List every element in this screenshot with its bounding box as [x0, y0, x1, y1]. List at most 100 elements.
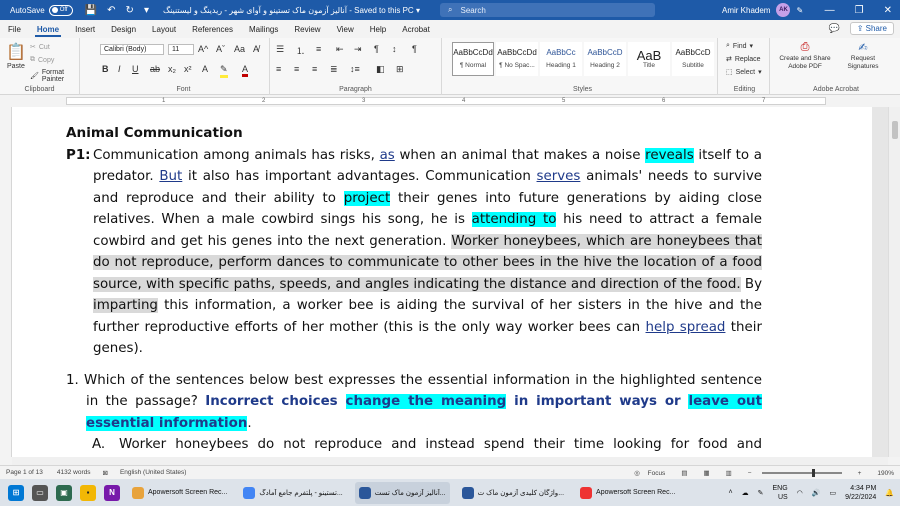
- style-heading-2[interactable]: AaBbCcD Heading 2: [584, 42, 626, 76]
- shrink-font-icon[interactable]: Aˇ: [216, 44, 225, 54]
- battery-icon[interactable]: ▭: [830, 489, 837, 497]
- create-share-pdf-button[interactable]: ⎙ Create and Share Adobe PDF: [776, 41, 834, 71]
- increase-indent-icon[interactable]: ⇥: [354, 44, 362, 55]
- style-normal[interactable]: AaBbCcDd ¶ Normal: [452, 42, 494, 76]
- redo-icon[interactable]: ↻: [126, 5, 134, 16]
- input-language[interactable]: ENG US: [773, 484, 788, 502]
- strikethrough-icon[interactable]: ab: [150, 64, 160, 74]
- notification-icon[interactable]: 🔔: [885, 489, 894, 497]
- grow-font-icon[interactable]: A^: [198, 44, 208, 54]
- start-icon[interactable]: ⊞: [8, 484, 24, 501]
- save-icon[interactable]: 💾: [85, 5, 97, 16]
- align-left-icon[interactable]: ≡: [276, 64, 281, 74]
- numbering-icon[interactable]: ⒈: [296, 44, 305, 57]
- pen-icon[interactable]: ✎: [796, 6, 803, 15]
- show-marks-icon[interactable]: ¶: [412, 44, 417, 54]
- comments-icon[interactable]: 💬: [829, 23, 840, 34]
- photos-icon[interactable]: ▣: [56, 484, 72, 501]
- pen-tray-icon[interactable]: ✎: [758, 489, 764, 497]
- replace-button[interactable]: ⇄ Replace: [726, 55, 761, 64]
- autosave[interactable]: AutoSave Off: [10, 4, 73, 16]
- select-button[interactable]: ⬚ Select ▾: [726, 68, 762, 77]
- scroll-thumb[interactable]: [892, 121, 898, 139]
- highlight-icon[interactable]: ✎: [220, 64, 228, 78]
- borders-icon[interactable]: ⊞: [396, 64, 404, 75]
- change-case-icon[interactable]: Aa: [234, 44, 245, 54]
- bold-icon[interactable]: B: [102, 64, 109, 74]
- font-color-icon[interactable]: A: [242, 64, 249, 77]
- avatar[interactable]: AK: [776, 3, 791, 17]
- taskbar-app[interactable]: آنالیز آزمون ماک تست...: [354, 481, 450, 504]
- minimize-icon[interactable]: —: [825, 5, 835, 16]
- zoom-slider[interactable]: [761, 469, 842, 477]
- undo-icon[interactable]: ↶: [107, 5, 115, 16]
- format-painter-button[interactable]: 🖌 Format Painter: [30, 69, 79, 83]
- read-mode-icon[interactable]: ▤: [681, 469, 687, 477]
- underline-icon[interactable]: U: [132, 64, 139, 74]
- text-effects-icon[interactable]: A: [202, 64, 208, 74]
- font-name-combo[interactable]: Calibri (Body): [100, 44, 164, 55]
- font-size-combo[interactable]: 11: [168, 44, 194, 55]
- bullets-icon[interactable]: ☰: [276, 44, 284, 55]
- find-button[interactable]: ⌕ Find ▾: [726, 42, 753, 50]
- clock[interactable]: 4:34 PM 9/22/2024: [845, 484, 876, 502]
- copy-button[interactable]: ⧉ Copy: [30, 56, 54, 64]
- cut-button[interactable]: ✂ Cut: [30, 43, 50, 52]
- language[interactable]: English (United States): [120, 469, 186, 476]
- decrease-indent-icon[interactable]: ⇤: [336, 44, 344, 55]
- ltr-icon[interactable]: ¶: [374, 44, 379, 54]
- shading-icon[interactable]: ◧: [376, 64, 385, 75]
- style-title[interactable]: AaB Title: [628, 42, 670, 76]
- onenote-icon[interactable]: N: [104, 484, 120, 501]
- subscript-icon[interactable]: x₂: [168, 64, 176, 74]
- horizontal-scrollbar[interactable]: [12, 457, 888, 465]
- zoom-level[interactable]: 190%: [877, 470, 894, 477]
- tab-acrobat[interactable]: Acrobat: [394, 20, 438, 38]
- tab-file[interactable]: File: [0, 20, 29, 38]
- taskbar-app[interactable]: تستینو - پلتفرم جامع آمادگ...: [239, 482, 346, 504]
- paste-button[interactable]: 📋 Paste: [6, 42, 26, 70]
- italic-icon[interactable]: I: [118, 64, 121, 74]
- tab-design[interactable]: Design: [103, 20, 144, 38]
- sort-icon[interactable]: ↕: [392, 44, 397, 54]
- zoom-in-icon[interactable]: +: [858, 470, 862, 477]
- document-body[interactable]: Animal Communication P1: Communication a…: [66, 123, 763, 457]
- document-page[interactable]: Animal Communication P1: Communication a…: [12, 107, 872, 457]
- search-box[interactable]: ⌕ Search: [440, 3, 655, 17]
- request-signatures-button[interactable]: ✍ Request Signatures: [838, 41, 888, 71]
- user-account[interactable]: Amir Khadem AK ✎: [722, 0, 803, 20]
- vertical-scrollbar[interactable]: [888, 107, 900, 457]
- wifi-icon[interactable]: ◠: [797, 489, 803, 497]
- focus-button[interactable]: ◎ Focus: [634, 469, 665, 477]
- autosave-toggle[interactable]: Off: [48, 4, 73, 16]
- volume-icon[interactable]: 🔊: [812, 489, 821, 497]
- tab-home[interactable]: Home: [29, 20, 67, 38]
- superscript-icon[interactable]: x²: [184, 64, 192, 74]
- restore-icon[interactable]: ❐: [855, 5, 864, 16]
- proofing-icon[interactable]: ⊠: [102, 469, 107, 477]
- zoom-out-icon[interactable]: −: [748, 470, 752, 477]
- taskbar-app[interactable]: Apowersoft Screen Rec...: [576, 482, 679, 504]
- print-layout-icon[interactable]: ▦: [703, 469, 709, 477]
- tab-view[interactable]: View: [329, 20, 362, 38]
- style-subtitle[interactable]: AaBbCcD Subtitle: [672, 42, 714, 76]
- tab-mailings[interactable]: Mailings: [241, 20, 286, 38]
- close-icon[interactable]: ✕: [884, 5, 892, 16]
- tab-review[interactable]: Review: [286, 20, 328, 38]
- line-spacing-icon[interactable]: ↕≡: [350, 64, 360, 74]
- cloud-icon[interactable]: ☁: [742, 489, 749, 497]
- tab-insert[interactable]: Insert: [67, 20, 103, 38]
- clear-format-icon[interactable]: A̸: [253, 44, 259, 54]
- tab-layout[interactable]: Layout: [144, 20, 184, 38]
- justify-icon[interactable]: ≣: [330, 64, 338, 75]
- sticky-notes-icon[interactable]: ▪: [80, 484, 96, 501]
- style-no-spac[interactable]: AaBbCcDd ¶ No Spac...: [496, 42, 538, 76]
- taskbar-app[interactable]: Apowersoft Screen Rec...: [128, 482, 231, 504]
- taskbar-app[interactable]: واژگان کلیدی آزمون ماک ت...: [458, 482, 568, 504]
- tab-references[interactable]: References: [184, 20, 241, 38]
- share-button[interactable]: ⇪ Share: [849, 22, 894, 35]
- word-count[interactable]: 4132 words: [57, 469, 91, 476]
- style-heading-1[interactable]: AaBbCc Heading 1: [540, 42, 582, 76]
- customize-qat-icon[interactable]: ▾: [144, 5, 149, 16]
- align-center-icon[interactable]: ≡: [294, 64, 299, 74]
